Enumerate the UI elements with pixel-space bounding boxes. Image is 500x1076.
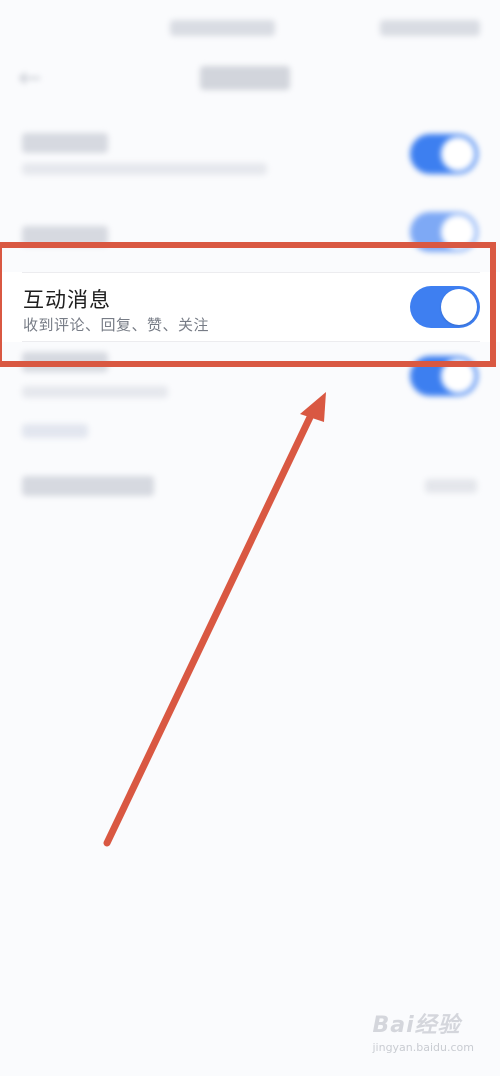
toggle-knob bbox=[441, 137, 475, 171]
watermark-logo: Bai经验 bbox=[372, 1013, 461, 1038]
status-bar-center bbox=[170, 20, 275, 36]
setting-1-subtitle-placeholder bbox=[22, 163, 267, 175]
status-bar bbox=[0, 18, 500, 40]
page-title-placeholder bbox=[200, 66, 290, 90]
baidu-jingyan-watermark: Bai经验 jingyan.baidu.com bbox=[372, 1007, 474, 1054]
status-bar-right bbox=[380, 20, 480, 36]
highlight-box bbox=[0, 242, 496, 367]
time-setting-title-placeholder[interactable] bbox=[22, 476, 154, 496]
back-arrow-icon[interactable]: ← bbox=[18, 64, 50, 92]
watermark-url: jingyan.baidu.com bbox=[372, 1041, 474, 1054]
setting-1-toggle[interactable] bbox=[410, 134, 478, 174]
time-setting-value-placeholder bbox=[425, 479, 477, 493]
nav-bar: ← bbox=[0, 58, 500, 102]
section-header-placeholder bbox=[22, 424, 88, 438]
setting-4-subtitle-placeholder bbox=[22, 386, 168, 398]
setting-1-title-placeholder bbox=[22, 133, 108, 153]
